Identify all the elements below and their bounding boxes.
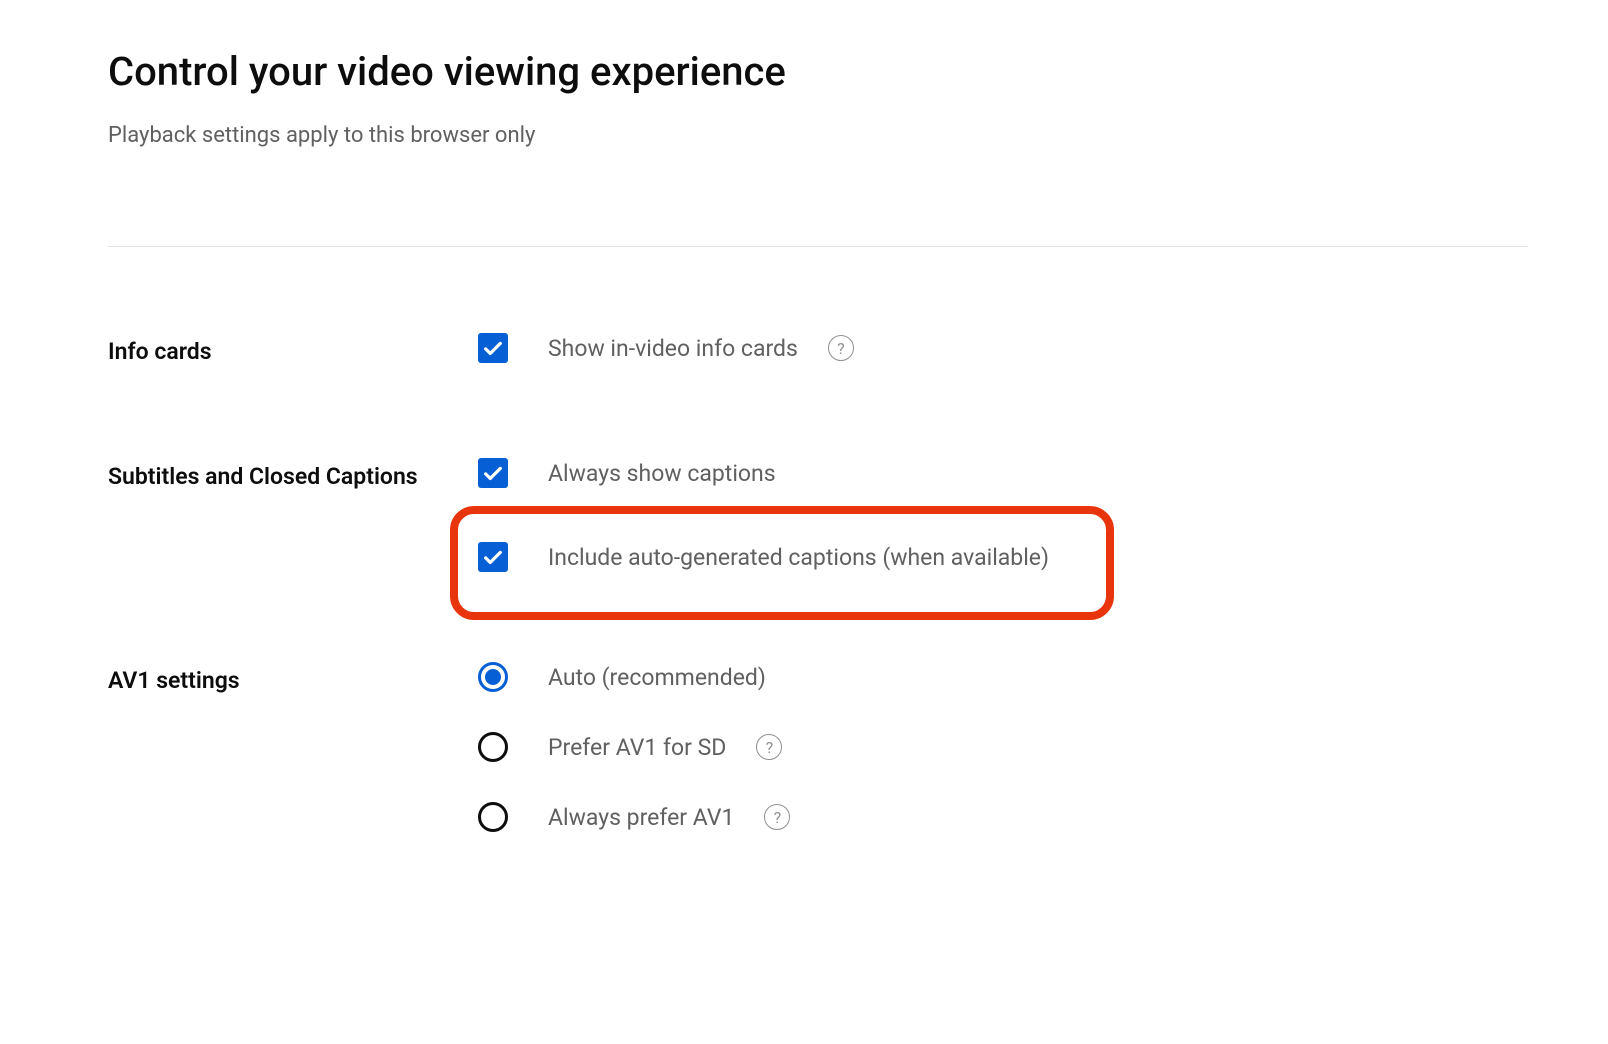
help-icon[interactable]: ?: [828, 335, 854, 361]
option-av1-always: Always prefer AV1 ?: [478, 802, 1608, 832]
option-auto-generated-captions: Include auto-generated captions (when av…: [478, 542, 1608, 572]
option-always-show-captions: Always show captions: [478, 458, 1608, 488]
option-show-info-cards: Show in-video info cards ?: [478, 333, 1608, 363]
checkbox-auto-generated-captions[interactable]: [478, 542, 508, 572]
radio-dot-icon: [485, 669, 501, 685]
section-label-subtitles: Subtitles and Closed Captions: [108, 458, 478, 493]
divider: [108, 246, 1528, 247]
section-subtitles: Subtitles and Closed Captions Always sho…: [108, 458, 1608, 572]
checkbox-always-show-captions[interactable]: [478, 458, 508, 488]
help-icon[interactable]: ?: [764, 804, 790, 830]
option-label-av1-auto: Auto (recommended): [548, 664, 766, 691]
section-av1: AV1 settings Auto (recommended) Prefer A…: [108, 662, 1608, 832]
section-controls-subtitles: Always show captions Include auto-genera…: [478, 458, 1608, 572]
section-label-info-cards: Info cards: [108, 333, 478, 368]
option-label-av1-always: Always prefer AV1: [548, 804, 734, 831]
option-label-show-info-cards: Show in-video info cards: [548, 335, 798, 362]
radio-av1-always[interactable]: [478, 802, 508, 832]
radio-av1-prefer-sd[interactable]: [478, 732, 508, 762]
option-label-auto-generated-captions: Include auto-generated captions (when av…: [548, 544, 1049, 571]
check-icon: [482, 337, 504, 359]
help-icon[interactable]: ?: [756, 734, 782, 760]
check-icon: [482, 546, 504, 568]
option-av1-prefer-sd: Prefer AV1 for SD ?: [478, 732, 1608, 762]
checkbox-show-info-cards[interactable]: [478, 333, 508, 363]
section-controls-info-cards: Show in-video info cards ?: [478, 333, 1608, 363]
option-label-always-show-captions: Always show captions: [548, 460, 776, 487]
page-title: Control your video viewing experience: [108, 48, 1608, 95]
option-label-av1-prefer-sd: Prefer AV1 for SD: [548, 734, 726, 761]
section-controls-av1: Auto (recommended) Prefer AV1 for SD ? A…: [478, 662, 1608, 832]
page-subtitle: Playback settings apply to this browser …: [108, 123, 1608, 148]
section-label-av1: AV1 settings: [108, 662, 478, 697]
radio-av1-auto[interactable]: [478, 662, 508, 692]
option-av1-auto: Auto (recommended): [478, 662, 1608, 692]
section-info-cards: Info cards Show in-video info cards ?: [108, 333, 1608, 368]
check-icon: [482, 462, 504, 484]
